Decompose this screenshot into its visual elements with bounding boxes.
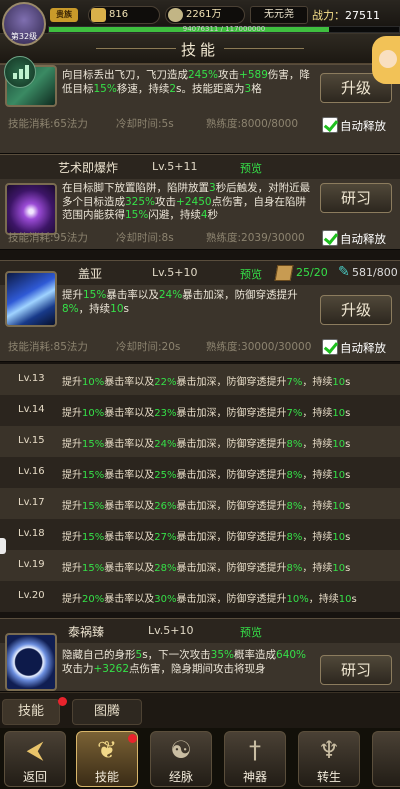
mastery: 熟练度:8000/8000: [206, 118, 299, 130]
skill-card-flying-knife: 向目标丢出飞刀，飞刀造成245%攻击+589伤害，降低目标15%移速，持续2s。…: [0, 64, 400, 154]
level-row: Lv.14 提升10%暴击率以及23%暴击加深，防御穿透提升7%，持续10s: [0, 395, 400, 426]
auto-cast-checkbox[interactable]: [322, 339, 338, 355]
title-bar: 技能: [0, 34, 400, 64]
gaia-skill-icon[interactable]: [5, 271, 57, 327]
level-row: Lv.19 提升15%暴击率以及28%暴击加深，防御穿透提升8%，持续10s: [0, 550, 400, 581]
preview-link[interactable]: 预览: [240, 160, 262, 176]
auto-cast-label: 自动释放: [340, 232, 386, 246]
skill-card-art-explosion: 艺术即爆炸 Lv.5+11 预览 在目标脚下放置陷阱，陷阱放置3秒后触发，对附近…: [0, 154, 400, 250]
nav-meridians[interactable]: ☯ 经脉: [150, 731, 212, 787]
tab-totem[interactable]: 图腾: [72, 699, 142, 725]
silver-counter: 2261万: [165, 6, 245, 24]
side-handle[interactable]: [0, 538, 6, 554]
auto-cast-checkbox[interactable]: [322, 117, 338, 133]
skill-card-gaia: 盖亚 Lv.5+10 预览 25/20 ✎ 581/800 提升15%暴击率以及…: [0, 260, 400, 362]
power-display: 战力：27511: [312, 9, 380, 22]
exp-bar: 94076311 / 117000000: [48, 25, 400, 33]
mastery: 熟练度:2039/30000: [206, 232, 305, 244]
hero-portrait[interactable]: [372, 36, 400, 84]
scroll-count: 581/800: [352, 266, 398, 279]
level-row: Lv.15 提升15%暴击率以及24%暴击加深，防御穿透提升8%，持续10s: [0, 426, 400, 457]
art-explosion-skill-icon[interactable]: [5, 183, 57, 235]
artifact-sword-icon: †: [249, 736, 261, 764]
mana-cost: 技能消耗:65法力: [8, 118, 88, 130]
signal-buff-icon[interactable]: [4, 56, 36, 88]
level-row: Lv.17 提升15%暴击率以及26%暴击加深，防御穿透提升8%，持续10s: [0, 488, 400, 519]
tai-huo-zhen-skill-icon[interactable]: [5, 633, 57, 691]
skills-screen: 贵族 816 2261万 无元尧 战力：27511 94076311 / 117…: [0, 0, 400, 789]
level-row: Lv.16 提升15%暴击率以及25%暴击加深，防御穿透提升8%，持续10s: [0, 457, 400, 488]
skill-name: 艺术即爆炸: [58, 161, 119, 175]
bottom-nav: ⮜ 返回 ❦ 技能 ☯ 经脉 † 神器 ♆ 转生: [0, 728, 400, 789]
level-row: Lv.18 提升15%暴击率以及27%暴击加深，防御穿透提升8%，持续10s: [0, 519, 400, 550]
skill-level: Lv.5+11: [152, 160, 198, 173]
skill-description: 隐藏自己的身形5s，下一次攻击35%概率造成640%攻击力+3262点伤害，隐身…: [62, 649, 307, 675]
skill-description: 在目标脚下放置陷阱，陷阱放置3秒后触发，对附近最多个目标造成325%攻击+245…: [62, 182, 311, 221]
coin-icon: [168, 8, 183, 22]
preview-link[interactable]: 预览: [240, 624, 262, 640]
skill-description: 提升15%暴击率以及24%暴击加深，防御穿透提升8%，持续10s: [62, 289, 298, 315]
skill-book-count: 25/20: [296, 266, 328, 279]
upgrade-button[interactable]: 升级: [320, 295, 392, 325]
skill-description: 向目标丢出飞刀，飞刀造成245%攻击+589伤害，降低目标15%移速，持续2s。…: [62, 69, 310, 95]
level-row: Lv.13 提升10%暴击率以及22%暴击加深，防御穿透提升7%，持续10s: [0, 364, 400, 395]
page-title: 技能: [180, 41, 219, 59]
mana-cost: 技能消耗:95法力: [8, 232, 88, 244]
nav-rebirth[interactable]: ♆ 转生: [298, 731, 360, 787]
player-avatar[interactable]: 第32级: [2, 2, 46, 46]
auto-cast-checkbox[interactable]: [322, 230, 338, 246]
tab-skills-notification-dot: [58, 697, 67, 706]
vip-badge: 贵族: [50, 8, 78, 22]
rebirth-wings-icon: ♆: [318, 736, 340, 764]
auto-cast-label: 自动释放: [340, 119, 386, 133]
skill-card-tai-huo-zhen: 泰祸臻 Lv.5+10 预览 隐藏自己的身形5s，下一次攻击35%概率造成640…: [0, 618, 400, 692]
nav-skills-notification-dot: [128, 734, 137, 743]
skill-level: Lv.5+10: [152, 266, 198, 279]
gold-icon: [91, 8, 106, 22]
mastery: 熟练度:30000/30000: [206, 341, 312, 353]
mana-cost: 技能消耗:85法力: [8, 341, 88, 353]
realm-label: 无元尧: [250, 6, 308, 24]
skill-name: 泰祸臻: [68, 625, 105, 639]
study-button[interactable]: 研习: [320, 183, 392, 213]
nav-more[interactable]: [372, 731, 400, 787]
skill-level: Lv.5+10: [148, 624, 194, 637]
cooldown: 冷却时间:20s: [116, 341, 181, 353]
cooldown: 冷却时间:8s: [116, 232, 174, 244]
top-status-bar: 贵族 816 2261万 无元尧 战力：27511 94076311 / 117…: [0, 0, 400, 34]
title-ornament-right: [224, 48, 304, 49]
auto-cast-label: 自动释放: [340, 341, 386, 355]
exp-text: 94076311 / 117000000: [182, 25, 266, 33]
nav-artifact[interactable]: † 神器: [224, 731, 286, 787]
gold-counter: 816: [88, 6, 160, 24]
scroll-icon: ✎: [338, 264, 350, 280]
back-arrow-icon: ⮜: [26, 736, 44, 764]
meridian-icon: ☯: [170, 736, 192, 764]
skill-book-icon: [274, 265, 294, 281]
study-button[interactable]: 研习: [320, 655, 392, 685]
skill-name: 盖亚: [78, 267, 103, 281]
nav-back[interactable]: ⮜ 返回: [4, 731, 66, 787]
tab-skills[interactable]: 技能: [2, 699, 60, 725]
preview-link[interactable]: 预览: [240, 266, 262, 282]
cooldown: 冷却时间:5s: [116, 118, 174, 130]
skill-tabs: 技能 图腾: [0, 692, 400, 728]
level-row: Lv.20 提升20%暴击率以及30%暴击加深，防御穿透提升10%，持续10s: [0, 581, 400, 612]
